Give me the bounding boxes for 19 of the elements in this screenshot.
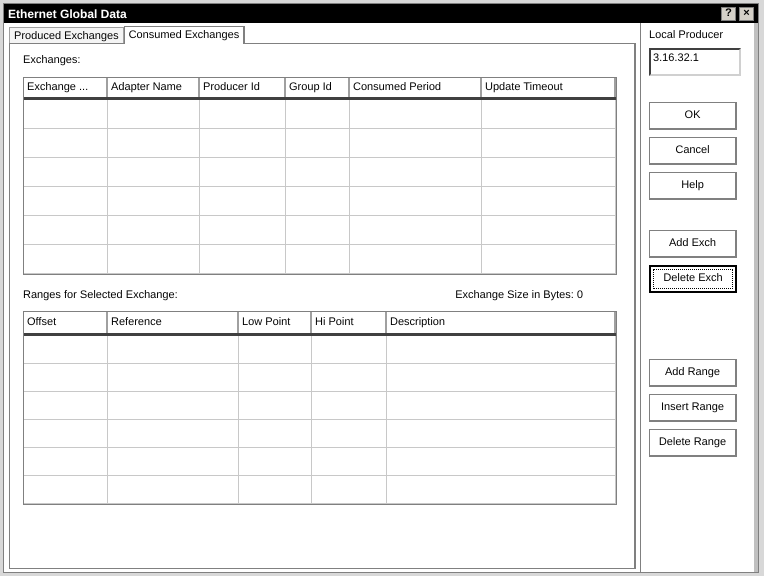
dialog-button[interactable]: Delete Range xyxy=(649,428,737,456)
local-producer-label: Local Producer xyxy=(649,28,724,43)
dialog-button[interactable]: Help xyxy=(649,172,737,200)
dialog-button[interactable]: Cancel xyxy=(649,136,737,164)
section-label: Ranges for Selected Exchange: xyxy=(23,288,178,302)
dialog-button[interactable]: Delete Exch xyxy=(649,264,737,292)
dialog-button[interactable]: OK xyxy=(649,102,737,130)
tab[interactable]: Consumed Exchanges xyxy=(124,26,246,44)
dialog-button[interactable]: Add Range xyxy=(649,358,737,386)
window-title: Ethernet Global Data xyxy=(8,6,127,22)
tab[interactable]: Produced Exchanges xyxy=(9,27,124,43)
exchange-size-label: Exchange Size in Bytes: 0 xyxy=(455,288,583,302)
dialog-button[interactable]: Insert Range xyxy=(649,394,737,422)
dialog-button[interactable]: Add Exch xyxy=(649,230,737,258)
close-button[interactable]: × xyxy=(739,6,754,20)
help-button[interactable]: ? xyxy=(721,6,736,20)
section-label: Exchanges: xyxy=(23,53,82,68)
column-header[interactable]: Adapter Name xyxy=(108,78,200,96)
local-producer-field[interactable]: 3.16.32.1 xyxy=(649,48,741,76)
